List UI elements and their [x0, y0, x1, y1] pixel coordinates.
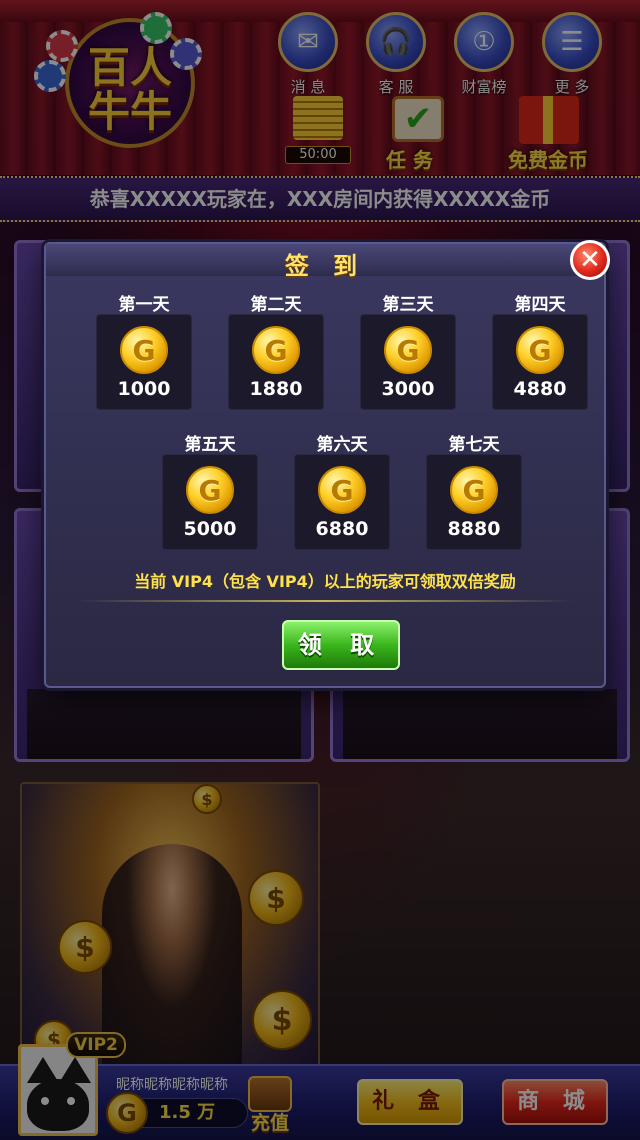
vip-double-reward-note: 当前 VIP4（包含 VIP4）以上的玩家可领取双倍奖励	[134, 572, 516, 591]
gold-coin-icon: G	[450, 466, 498, 514]
reward-tile: G 3000	[360, 314, 456, 410]
reward-tile: G 5000	[162, 454, 258, 550]
reward-amount: 6880	[315, 518, 369, 540]
reward-amount: 5000	[183, 518, 237, 540]
modal-title: 签 到	[284, 252, 366, 280]
day-name: 第七天	[448, 435, 500, 455]
gold-coin-icon: G	[120, 326, 168, 374]
reward-tile: G 6880	[294, 454, 390, 550]
day-name: 第四天	[514, 295, 566, 315]
reward-tile: G 4880	[492, 314, 588, 410]
day-name: 第一天	[118, 295, 170, 315]
gold-coin-icon: G	[252, 326, 300, 374]
day-name: 第六天	[316, 435, 368, 455]
reward-amount: 3000	[381, 378, 435, 400]
gold-coin-icon: G	[384, 326, 432, 374]
gold-coin-icon: G	[516, 326, 564, 374]
gold-coin-icon: G	[318, 466, 366, 514]
day-5-reward[interactable]: 第五天 G 5000	[162, 430, 258, 550]
day-1-reward[interactable]: 第一天 G 1000	[96, 290, 192, 410]
day-name: 第三天	[382, 295, 434, 315]
day-7-reward[interactable]: 第七天 G 8880	[426, 430, 522, 550]
reward-tile: G 1880	[228, 314, 324, 410]
day-4-reward[interactable]: 第四天 G 4880	[492, 290, 588, 410]
gold-coin-icon: G	[186, 466, 234, 514]
day-name: 第五天	[184, 435, 236, 455]
day-3-reward[interactable]: 第三天 G 3000	[360, 290, 456, 410]
modal-divider	[76, 600, 574, 602]
reward-amount: 8880	[447, 518, 501, 540]
reward-amount: 1880	[249, 378, 303, 400]
reward-amount: 4880	[513, 378, 567, 400]
day-6-reward[interactable]: 第六天 G 6880	[294, 430, 390, 550]
claim-button[interactable]: 领 取	[282, 620, 400, 670]
reward-tile: G 1000	[96, 314, 192, 410]
close-icon[interactable]: ✕	[570, 240, 610, 280]
day-name: 第二天	[250, 295, 302, 315]
reward-tile: G 8880	[426, 454, 522, 550]
signin-modal: 签 到 第一天 G 1000 第二天 G 1880 第三天 G 3000 第四天…	[44, 242, 606, 688]
day-2-reward[interactable]: 第二天 G 1880	[228, 290, 324, 410]
reward-amount: 1000	[117, 378, 171, 400]
